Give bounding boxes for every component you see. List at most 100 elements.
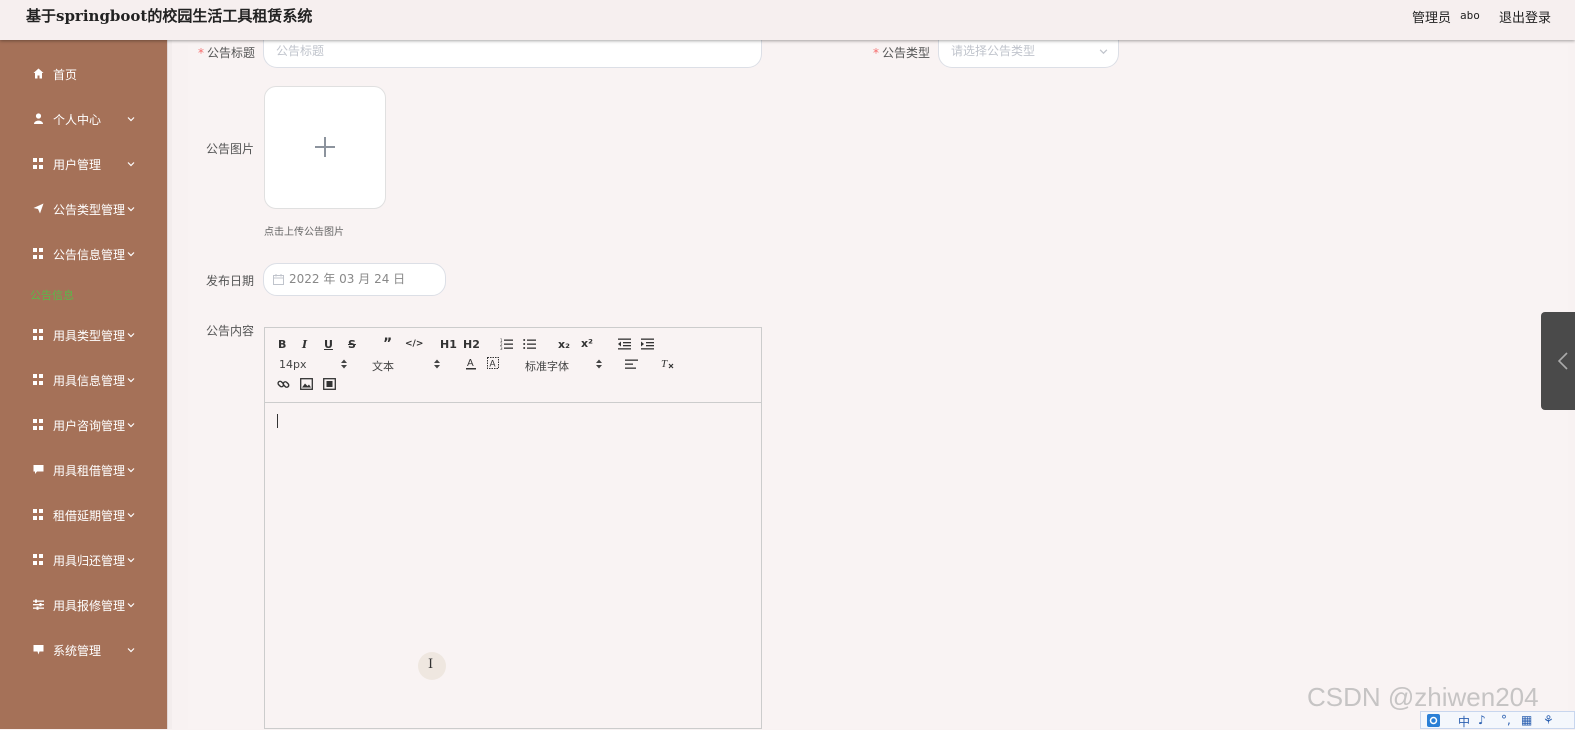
chevron-down-icon [127,117,135,122]
editor-content-area[interactable] [265,402,761,729]
header1-button[interactable]: H1 [440,338,457,351]
font-family-select[interactable]: 标准字体 [525,358,569,374]
font-color-icon[interactable]: A [465,357,477,370]
svg-text:T: T [661,358,668,370]
ibeam-cursor-icon: I [428,657,434,672]
notice-type-select[interactable]: 请选择公告类型 [938,37,1119,68]
required-mark: * [873,46,879,60]
image-icon[interactable] [300,378,313,390]
chat-icon [33,645,44,655]
bullet-list-icon[interactable] [523,338,536,350]
home-icon [33,68,44,79]
chevron-down-icon [127,252,135,257]
calendar-icon [273,274,284,285]
link-icon[interactable] [277,378,290,391]
superscript-button[interactable]: x² [581,337,593,350]
sidebar-active-submenu[interactable]: 公告信息 [30,287,74,303]
sidebar-item-repairs[interactable]: 用具报修管理 [0,590,167,620]
ime-toolbar: 中 ♪ °, ▦ ⚘ [1420,711,1575,729]
sidebar-item-label: 租借延期管理 [53,509,126,523]
sort-caret-icon [434,359,440,369]
strike-button[interactable]: S [348,338,356,351]
ime-skin[interactable]: ⚘ [1543,713,1554,727]
upload-hint: 点击上传公告图片 [264,227,344,238]
svg-text:A: A [467,358,474,369]
italic-button[interactable]: I [302,338,307,351]
grid-icon [33,419,44,430]
mouse-cursor: I [418,652,446,680]
chevron-down-icon [127,207,135,212]
sidebar-item-label: 用具租借管理 [53,464,126,478]
blockquote-button[interactable]: ” [383,336,392,352]
sidebar-item-notice-types[interactable]: 公告类型管理 [0,194,167,224]
grid-icon [33,329,44,340]
sort-caret-icon [596,359,602,369]
video-icon[interactable] [323,378,336,390]
plus-icon [315,137,335,157]
notice-title-input[interactable]: 公告标题 [263,37,762,68]
publish-date-value: 2022 年 03 月 24 日 [289,272,406,286]
sidebar-item-rentals[interactable]: 用具租借管理 [0,455,167,485]
grid-icon [33,158,44,169]
underline-button[interactable]: U [324,338,333,351]
chevron-down-icon [127,513,135,518]
sidebar-item-label: 用具信息管理 [53,374,126,388]
editor-toolbar: B I U S ” </> H1 H2 123 x₂ x² 14px 文本 A … [265,328,761,403]
required-mark: * [198,46,204,60]
sidebar-item-label: 公告信息管理 [53,248,126,262]
outdent-icon[interactable] [618,338,631,350]
header2-button[interactable]: H2 [463,338,480,351]
align-left-icon[interactable] [625,359,638,370]
ime-punct[interactable]: °, [1501,713,1511,727]
chevron-left-icon [1558,352,1568,370]
bold-button[interactable]: B [278,338,286,351]
send-icon [33,203,44,214]
text-style-select[interactable]: 文本 [372,358,394,374]
notice-title-placeholder: 公告标题 [276,44,325,58]
chevron-down-icon [127,423,135,428]
publish-date-picker[interactable]: 2022 年 03 月 24 日 [263,263,446,296]
sidebar-item-consultation[interactable]: 用户咨询管理 [0,410,167,440]
side-panel-toggle[interactable] [1541,312,1575,410]
sidebar-item-tool-types[interactable]: 用具类型管理 [0,320,167,350]
sidebar-item-extensions[interactable]: 租借延期管理 [0,500,167,530]
font-size-select[interactable]: 14px [279,358,307,371]
ime-keyboard[interactable]: ▦ [1521,713,1532,727]
notice-content-label: 公告内容 [206,324,255,338]
subscript-button[interactable]: x₂ [558,338,570,351]
clear-format-icon[interactable]: T [661,357,674,370]
sidebar: 首页 个人中心 用户管理 公告类型管理 公告信息管理 公告信息 用具类型管理 用… [0,40,167,729]
grid-icon [33,509,44,520]
publish-date-label: 发布日期 [206,274,255,288]
logout-button[interactable]: 退出登录 [1499,7,1551,26]
chevron-down-icon [127,648,135,653]
sidebar-item-home[interactable]: 首页 [0,59,167,89]
sidebar-item-returns[interactable]: 用具归还管理 [0,545,167,575]
image-upload-button[interactable] [264,86,386,209]
grid-icon [33,554,44,565]
sidebar-item-notice-info[interactable]: 公告信息管理 [0,239,167,269]
chevron-down-icon [127,603,135,608]
ime-logo-icon[interactable] [1427,714,1440,727]
sidebar-item-users[interactable]: 用户管理 [0,149,167,179]
svg-text:A: A [490,359,496,369]
sidebar-item-label: 系统管理 [53,644,102,658]
ordered-list-icon[interactable]: 123 [500,338,513,350]
sidebar-item-label: 公告类型管理 [53,203,126,217]
code-block-button[interactable]: </> [405,339,423,349]
sidebar-item-label: 用具类型管理 [53,329,126,343]
sidebar-item-profile[interactable]: 个人中心 [0,104,167,134]
ime-moon[interactable]: ♪ [1478,713,1486,727]
ime-mode[interactable]: 中 [1458,713,1470,730]
watermark: CSDN @zhiwen204 [1307,682,1539,712]
sidebar-item-label: 首页 [53,68,78,82]
sidebar-item-tool-info[interactable]: 用具信息管理 [0,365,167,395]
notice-title-label: * 公告标题 [198,44,255,61]
sidebar-item-label: 用户咨询管理 [53,419,126,433]
sidebar-item-system[interactable]: 系统管理 [0,635,167,665]
indent-icon[interactable] [641,338,654,350]
chevron-down-icon [127,162,135,167]
chevron-down-icon [127,333,135,338]
app-title: 基于springboot的校园生活工具租赁系统 [26,7,313,25]
background-color-icon[interactable]: A [487,357,499,370]
